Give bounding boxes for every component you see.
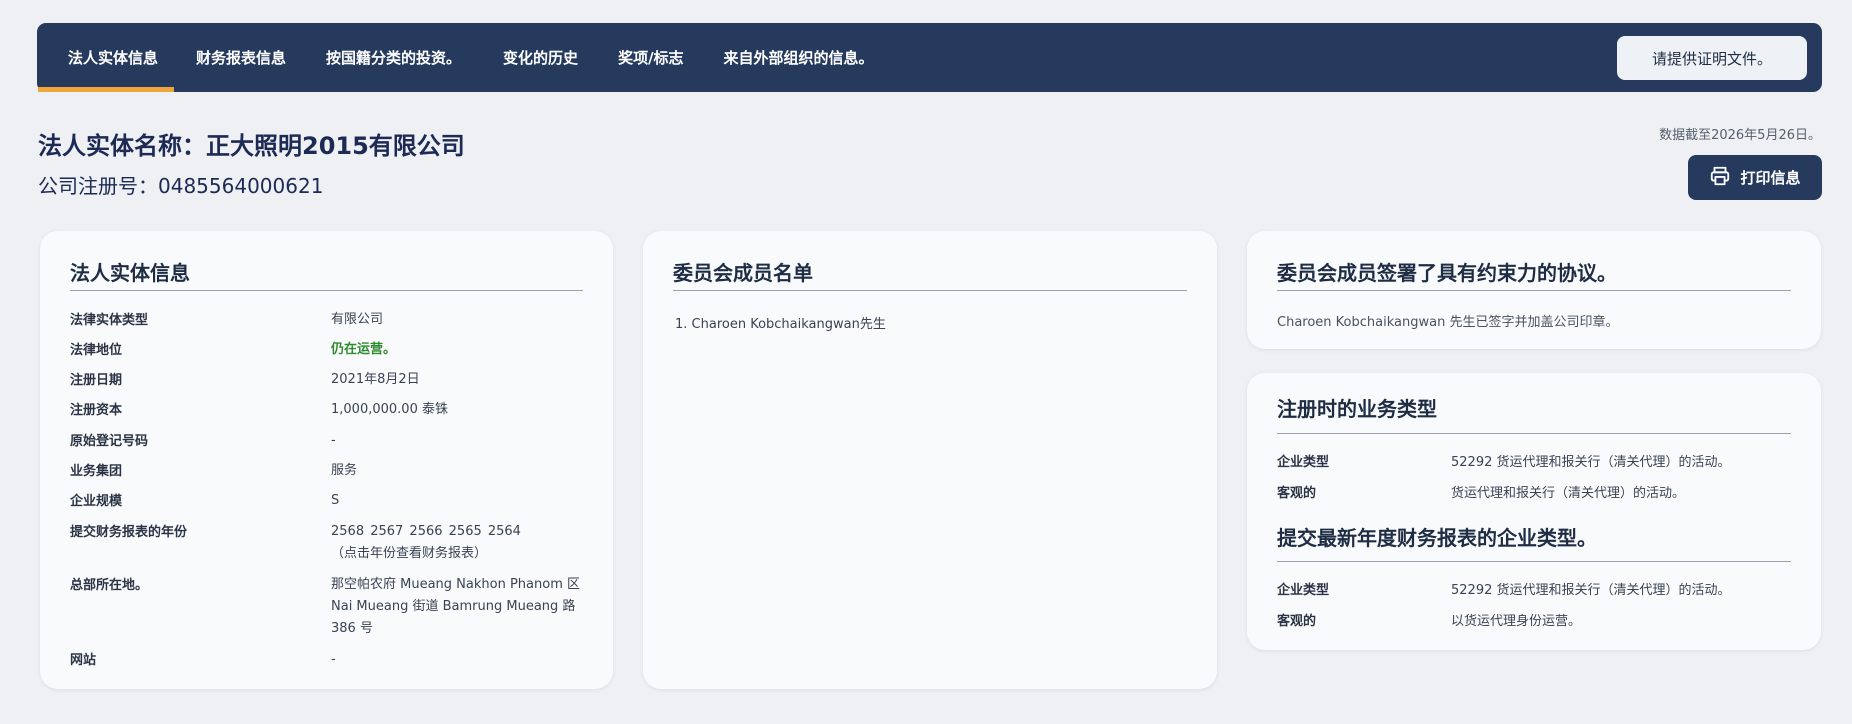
printer-icon (1709, 165, 1731, 191)
signing-authority-text: Charoen Kobchaikangwan 先生已签字并加盖公司印章。 (1277, 315, 1619, 330)
field-label: 企业类型 (1277, 583, 1330, 598)
field-label: 提交财务报表的年份 (70, 525, 188, 540)
print-button[interactable]: 打印信息 (1688, 155, 1822, 200)
statement-year-links[interactable]: 2568 2567 2566 2565 2564 (331, 521, 593, 543)
field-label: 企业类型 (1277, 455, 1330, 470)
signing-authority-card: 委员会成员签署了具有约束力的协议。 Charoen Kobchaikangwan… (1247, 231, 1821, 349)
field-label: 总部所在地。 (70, 578, 149, 593)
divider (1277, 561, 1791, 562)
field-value: - (331, 652, 336, 667)
field-label: 业务集团 (70, 464, 123, 479)
field-value: S (331, 493, 340, 508)
divider (1277, 433, 1791, 434)
field-label: 法律地位 (70, 343, 123, 358)
board-members-card: 委员会成员名单 1. Charoen Kobchaikangwan先生 (643, 231, 1217, 689)
signing-authority-title: 委员会成员签署了具有约束力的协议。 (1277, 261, 1617, 285)
field-value: 以货运代理身份运营。 (1451, 614, 1582, 629)
divider (70, 290, 583, 291)
field-label: 注册日期 (70, 373, 123, 388)
status-value: 仍在运营。 (331, 342, 397, 357)
data-as-of-date: 数据截至2026年5月26日。 (1659, 128, 1821, 143)
field-value: 52292 货运代理和报关行（清关代理）的活动。 (1451, 455, 1731, 470)
field-value: 2568 2567 2566 2565 2564 （点击年份查看财务报表） (331, 521, 593, 565)
field-value: 那空帕农府 Mueang Nakhon Phanom 区 Nai Mueang … (331, 577, 580, 636)
statement-year-note: （点击年份查看财务报表） (331, 546, 488, 561)
tab-entity-info[interactable]: 法人实体信息 (37, 23, 196, 92)
field-value: 有限公司 (331, 312, 384, 327)
print-button-label: 打印信息 (1740, 169, 1801, 187)
business-type-card: 注册时的业务类型 企业类型 52292 货运代理和报关行（清关代理）的活动。 客… (1247, 373, 1821, 650)
tab-external-info[interactable]: 来自外部组织的信息。 (724, 23, 911, 92)
list-item: 1. Charoen Kobchaikangwan先生 (675, 317, 886, 332)
divider (1277, 290, 1791, 291)
field-label: 法律实体类型 (70, 313, 149, 328)
registration-business-title: 注册时的业务类型 (1277, 397, 1437, 421)
tab-change-history[interactable]: 变化的历史 (503, 23, 618, 92)
board-members-title: 委员会成员名单 (673, 261, 813, 285)
tab-investment-by-nationality[interactable]: 按国籍分类的投资。 (326, 23, 503, 92)
divider (673, 290, 1187, 291)
field-label: 客观的 (1277, 614, 1317, 629)
field-label: 注册资本 (70, 403, 123, 418)
field-value: 服务 (331, 463, 358, 478)
field-value: 货运代理和报关行（清关代理）的活动。 (1451, 486, 1686, 501)
registration-number: 公司注册号：0485564000621 (38, 174, 324, 198)
entity-info-card: 法人实体信息 法律实体类型 有限公司 法律地位 仍在运营。 注册日期 2021年… (40, 231, 613, 689)
entity-name: 法人实体名称：正大照明2015有限公司 (38, 132, 465, 160)
field-label: 客观的 (1277, 486, 1317, 501)
request-certificate-button[interactable]: 请提供证明文件。 (1617, 36, 1807, 80)
field-value: - (331, 433, 336, 448)
tab-financial-statements[interactable]: 财务报表信息 (196, 23, 326, 92)
field-value: 52292 货运代理和报关行（清关代理）的活动。 (1451, 583, 1731, 598)
tab-awards[interactable]: 奖项/标志 (618, 23, 723, 92)
latest-business-title: 提交最新年度财务报表的企业类型。 (1277, 526, 1597, 550)
field-label: 原始登记号码 (70, 434, 149, 449)
field-value: 2021年8月2日 (331, 372, 420, 387)
field-label: 网站 (70, 653, 97, 668)
field-value: 1,000,000.00 泰铢 (331, 402, 448, 417)
top-nav: 法人实体信息 财务报表信息 按国籍分类的投资。 变化的历史 奖项/标志 来自外部… (37, 23, 1822, 92)
entity-info-title: 法人实体信息 (70, 261, 190, 285)
field-label: 企业规模 (70, 494, 123, 509)
